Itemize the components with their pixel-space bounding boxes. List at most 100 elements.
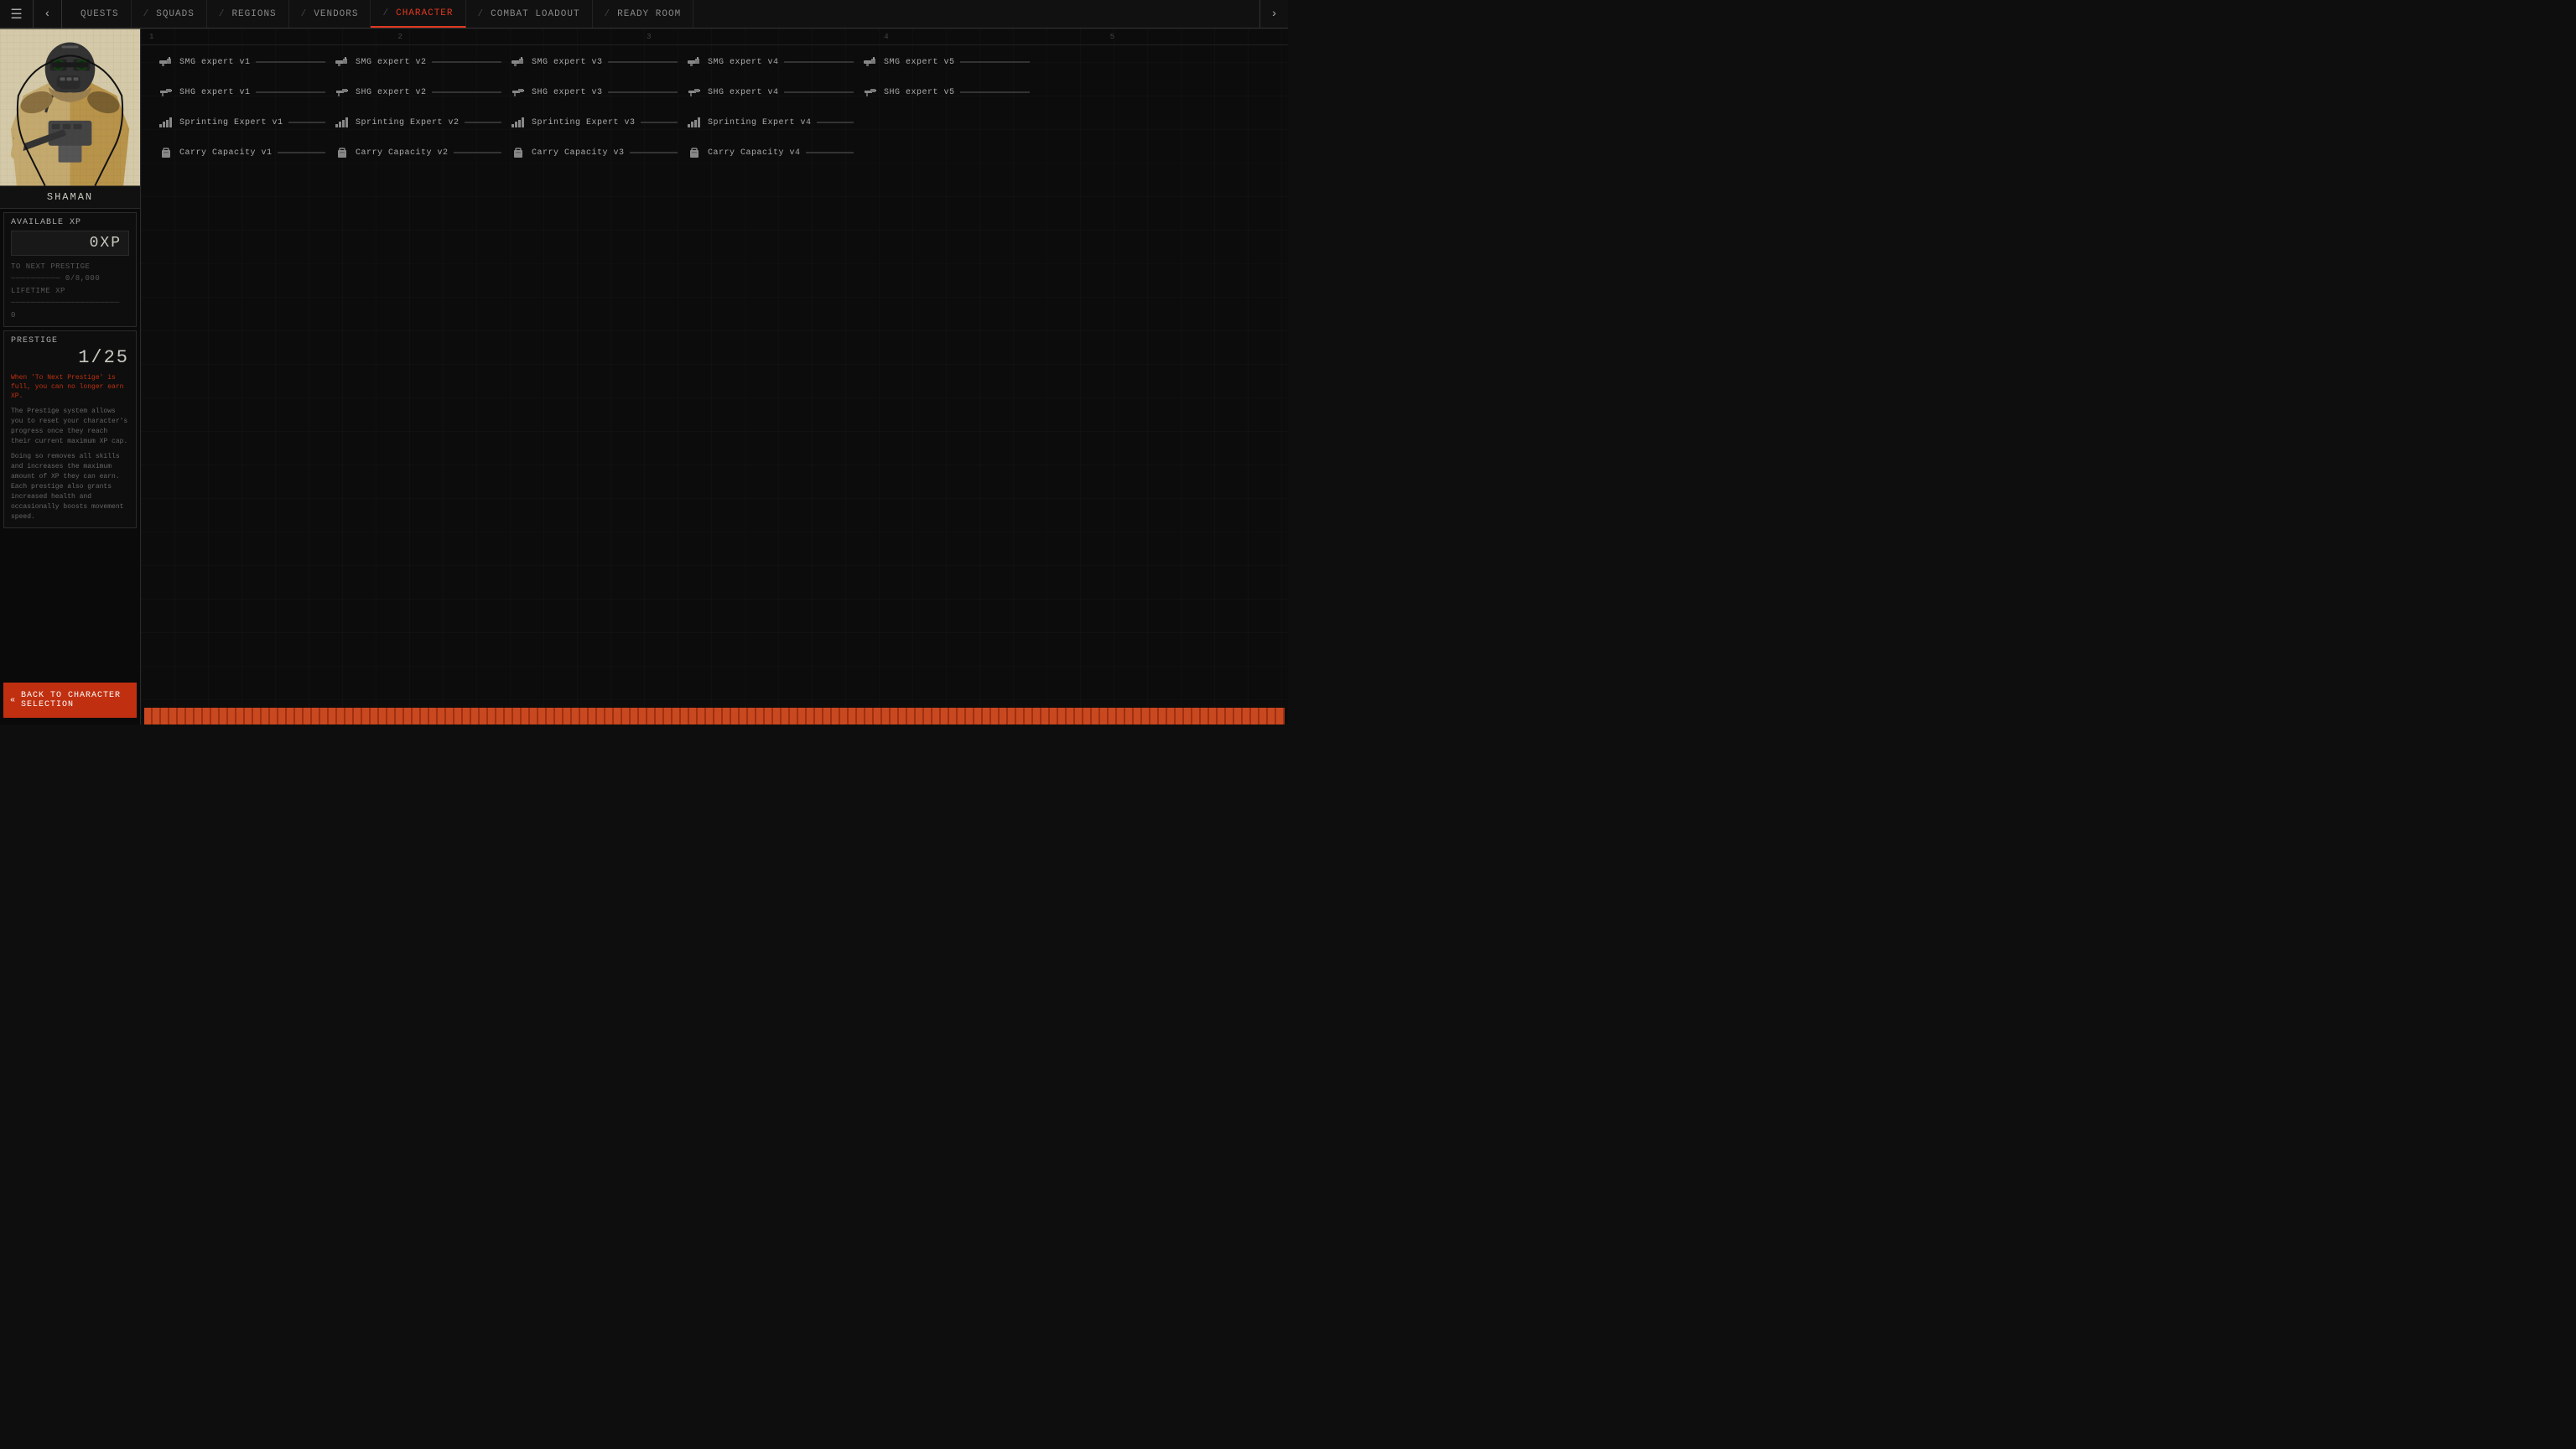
skill-smg-v2-label: SMG expert v2 [356,58,427,67]
nav-prev-button[interactable]: ‹ [34,0,62,29]
skill-shg-v4-label: SHG expert v4 [708,88,779,97]
skill-bar [784,91,854,93]
tab-combat-loadout[interactable]: / COMBAT LOADOUT [466,0,593,28]
skill-carry-v2[interactable]: Carry Capacity v2 [334,144,501,161]
skill-shg-v1[interactable]: SHG expert v1 [158,84,325,101]
tab-ready-room[interactable]: / READY ROOM [593,0,694,28]
xp-value: 0XP [90,235,122,252]
left-panel: SHAMAN AVAILABLE XP 0XP TO NEXT PRESTIGE… [0,29,141,724]
slash-decoration: / [143,9,150,19]
skill-sprinting-v1-label: Sprinting Expert v1 [179,118,283,127]
prestige-desc1: The Prestige system allows you to reset … [11,407,129,447]
character-portrait [0,29,140,186]
prestige-warning: When 'To Next Prestige' is full, you can… [11,373,129,402]
bag-icon [686,144,703,161]
skill-sprinting-v1[interactable]: Sprinting Expert v1 [158,114,325,131]
skill-shg-v2[interactable]: SHG expert v2 [334,84,501,101]
skill-bar [432,91,501,93]
bars-icon [686,114,703,131]
tab-squads[interactable]: / SQUADS [132,0,207,28]
skill-bar [288,122,325,123]
pistol-icon [334,84,351,101]
xp-section-title: AVAILABLE XP [11,218,129,227]
skill-carry-v4-label: Carry Capacity v4 [708,148,801,158]
skill-smg-v2[interactable]: SMG expert v2 [334,54,501,70]
skill-carry-v3-label: Carry Capacity v3 [532,148,625,158]
skill-shg-v2-label: SHG expert v2 [356,88,427,97]
nav-tabs: QUESTS / SQUADS / REGIONS / VENDORS / CH… [62,0,1259,28]
right-panel: 1 2 3 4 5 [141,29,1288,724]
tab-regions[interactable]: / REGIONS [207,0,289,28]
skill-carry-v3[interactable]: Carry Capacity v3 [510,144,678,161]
skill-smg-v1-label: SMG expert v1 [179,58,251,67]
tab-vendors[interactable]: / VENDORS [289,0,371,28]
col-marker-4: 4 [884,33,888,41]
orange-progress-bar [144,708,1285,724]
slash-decoration: / [478,9,485,19]
prestige-section: PRESTIGE 1/25 When 'To Next Prestige' is… [3,330,137,528]
col-marker-2: 2 [398,33,402,41]
skill-sprinting-v3-label: Sprinting Expert v3 [532,118,636,127]
pistol-icon [686,84,703,101]
skill-smg-v3-label: SMG expert v3 [532,58,603,67]
slash-decoration: / [382,8,389,18]
skill-bar [256,61,325,63]
skill-smg-v5[interactable]: SMG expert v5 [862,54,1030,70]
skill-shg-v4[interactable]: SHG expert v4 [686,84,854,101]
xp-value-box: 0XP [11,231,129,256]
skill-carry-v4[interactable]: Carry Capacity v4 [686,144,854,161]
skill-bar [454,152,501,153]
nav-next-button[interactable]: › [1259,0,1288,29]
skill-shg-v5[interactable]: SHG expert v5 [862,84,1030,101]
tab-character[interactable]: / CHARACTER [371,0,465,28]
skill-sprinting-v2-label: Sprinting Expert v2 [356,118,460,127]
prestige-title: PRESTIGE [11,336,129,345]
skill-smg-v4[interactable]: SMG expert v4 [686,54,854,70]
skill-bar [641,122,678,123]
pistol-icon [510,84,527,101]
col-markers: 1 2 3 4 5 [149,29,1280,44]
skill-bar [960,61,1030,63]
menu-button[interactable]: ☰ [0,0,34,29]
skill-bar [806,152,854,153]
bag-icon [334,144,351,161]
tab-quests[interactable]: QUESTS [62,0,132,28]
smg-icon [334,54,351,70]
slash-decoration: / [605,9,611,19]
main-layout: SHAMAN AVAILABLE XP 0XP TO NEXT PRESTIGE… [0,29,1288,724]
xp-to-next-prestige: TO NEXT PRESTIGE ────────── 0/8,000 [11,261,129,285]
xp-section: AVAILABLE XP 0XP TO NEXT PRESTIGE ──────… [3,212,137,327]
skill-carry-v1-label: Carry Capacity v1 [179,148,273,158]
skill-carry-v1[interactable]: Carry Capacity v1 [158,144,325,161]
bars-icon [158,114,174,131]
skill-bar [784,61,854,63]
prestige-desc2: Doing so removes all skills and increase… [11,452,129,522]
skill-shg-v3[interactable]: SHG expert v3 [510,84,678,101]
orange-progress-bar-row [144,708,1285,724]
skill-sprinting-v4-label: Sprinting Expert v4 [708,118,812,127]
back-to-character-selection-button[interactable]: « BACK TO CHARACTER SELECTION [3,683,137,718]
skill-bar [465,122,501,123]
skill-bar [608,61,678,63]
skill-smg-v3[interactable]: SMG expert v3 [510,54,678,70]
smg-icon [510,54,527,70]
bag-icon [510,144,527,161]
xp-lifetime: LIFETIME XP ────────────────────── 0 [11,285,129,321]
skills-row-shg: SHG expert v1 SHG expert v2 SHG expert v… [158,84,1271,101]
skill-bar [608,91,678,93]
skill-sprinting-v2[interactable]: Sprinting Expert v2 [334,114,501,131]
skill-sprinting-v3[interactable]: Sprinting Expert v3 [510,114,678,131]
bag-icon [158,144,174,161]
column-bar: 1 2 3 4 5 [141,29,1288,45]
skill-bar [432,61,501,63]
skill-shg-v5-label: SHG expert v5 [884,88,955,97]
skill-smg-v1[interactable]: SMG expert v1 [158,54,325,70]
skills-row-smg: SMG expert v1 SMG expert v2 SMG expert v… [158,54,1271,70]
top-nav: ☰ ‹ QUESTS / SQUADS / REGIONS / VENDORS … [0,0,1288,29]
col-marker-5: 5 [1110,33,1114,41]
smg-icon [862,54,879,70]
skill-bar [278,152,325,153]
skill-sprinting-v4[interactable]: Sprinting Expert v4 [686,114,854,131]
pistol-icon [862,84,879,101]
slash-decoration: / [219,9,226,19]
